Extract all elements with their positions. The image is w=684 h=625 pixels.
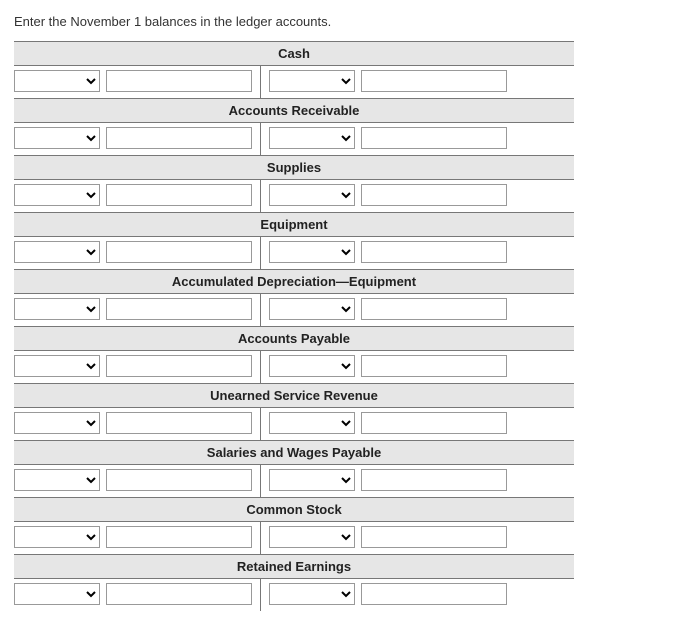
account-accounts-payable: Accounts Payable — [14, 326, 574, 383]
amount-input-left[interactable] — [106, 526, 252, 548]
account-row — [14, 351, 574, 383]
amount-input-right[interactable] — [361, 184, 507, 206]
account-header-supplies: Supplies — [14, 155, 574, 180]
instruction-text: Enter the November 1 balances in the led… — [14, 14, 670, 29]
date-select-left[interactable] — [14, 241, 100, 263]
date-select-right[interactable] — [269, 469, 355, 491]
account-unearned-service-revenue: Unearned Service Revenue — [14, 383, 574, 440]
ledger-container: Cash Accounts Receivable Supplies — [14, 41, 574, 611]
amount-input-left[interactable] — [106, 355, 252, 377]
date-select-right[interactable] — [269, 583, 355, 605]
account-equipment: Equipment — [14, 212, 574, 269]
amount-input-left[interactable] — [106, 412, 252, 434]
account-cash: Cash — [14, 41, 574, 98]
date-select-left[interactable] — [14, 70, 100, 92]
account-row — [14, 579, 574, 611]
t-account-divider — [260, 522, 261, 554]
account-row — [14, 465, 574, 497]
amount-input-right[interactable] — [361, 298, 507, 320]
amount-input-right[interactable] — [361, 583, 507, 605]
date-select-right[interactable] — [269, 70, 355, 92]
account-row — [14, 408, 574, 440]
date-select-right[interactable] — [269, 298, 355, 320]
amount-input-left[interactable] — [106, 70, 252, 92]
date-select-left[interactable] — [14, 355, 100, 377]
account-accum-depr-equipment: Accumulated Depreciation—Equipment — [14, 269, 574, 326]
account-row — [14, 522, 574, 554]
account-header-accum-depr-equipment: Accumulated Depreciation—Equipment — [14, 269, 574, 294]
amount-input-right[interactable] — [361, 526, 507, 548]
account-header-accounts-receivable: Accounts Receivable — [14, 98, 574, 123]
amount-input-right[interactable] — [361, 469, 507, 491]
account-row — [14, 123, 574, 155]
account-row — [14, 294, 574, 326]
date-select-left[interactable] — [14, 127, 100, 149]
account-supplies: Supplies — [14, 155, 574, 212]
amount-input-left[interactable] — [106, 127, 252, 149]
date-select-right[interactable] — [269, 127, 355, 149]
t-account-divider — [260, 66, 261, 98]
account-row — [14, 66, 574, 98]
t-account-divider — [260, 123, 261, 155]
date-select-left[interactable] — [14, 412, 100, 434]
amount-input-right[interactable] — [361, 241, 507, 263]
date-select-left[interactable] — [14, 469, 100, 491]
account-header-unearned-service-revenue: Unearned Service Revenue — [14, 383, 574, 408]
account-accounts-receivable: Accounts Receivable — [14, 98, 574, 155]
amount-input-left[interactable] — [106, 241, 252, 263]
amount-input-left[interactable] — [106, 298, 252, 320]
account-retained-earnings: Retained Earnings — [14, 554, 574, 611]
date-select-right[interactable] — [269, 241, 355, 263]
t-account-divider — [260, 237, 261, 269]
account-common-stock: Common Stock — [14, 497, 574, 554]
date-select-right[interactable] — [269, 412, 355, 434]
account-header-accounts-payable: Accounts Payable — [14, 326, 574, 351]
account-header-cash: Cash — [14, 41, 574, 66]
amount-input-right[interactable] — [361, 70, 507, 92]
date-select-left[interactable] — [14, 184, 100, 206]
account-row — [14, 237, 574, 269]
amount-input-left[interactable] — [106, 469, 252, 491]
t-account-divider — [260, 579, 261, 611]
date-select-right[interactable] — [269, 526, 355, 548]
t-account-divider — [260, 465, 261, 497]
amount-input-right[interactable] — [361, 127, 507, 149]
date-select-right[interactable] — [269, 184, 355, 206]
date-select-left[interactable] — [14, 526, 100, 548]
amount-input-left[interactable] — [106, 583, 252, 605]
amount-input-left[interactable] — [106, 184, 252, 206]
account-header-salaries-wages-payable: Salaries and Wages Payable — [14, 440, 574, 465]
date-select-left[interactable] — [14, 298, 100, 320]
amount-input-right[interactable] — [361, 412, 507, 434]
date-select-left[interactable] — [14, 583, 100, 605]
amount-input-right[interactable] — [361, 355, 507, 377]
t-account-divider — [260, 351, 261, 383]
date-select-right[interactable] — [269, 355, 355, 377]
account-row — [14, 180, 574, 212]
account-header-equipment: Equipment — [14, 212, 574, 237]
t-account-divider — [260, 180, 261, 212]
t-account-divider — [260, 408, 261, 440]
t-account-divider — [260, 294, 261, 326]
account-header-common-stock: Common Stock — [14, 497, 574, 522]
account-salaries-wages-payable: Salaries and Wages Payable — [14, 440, 574, 497]
